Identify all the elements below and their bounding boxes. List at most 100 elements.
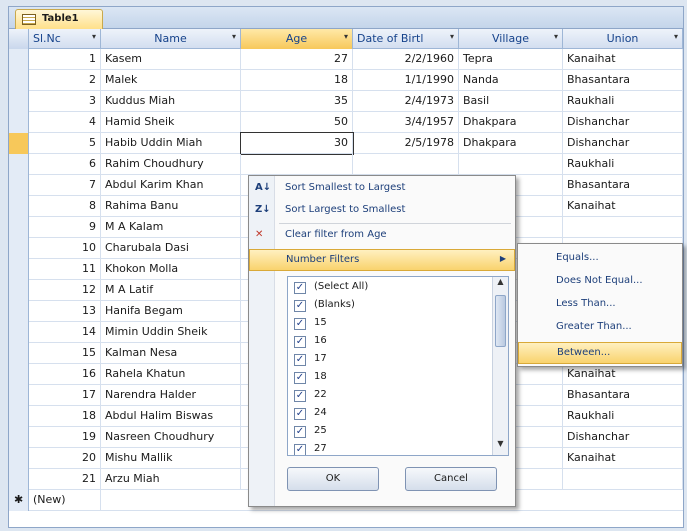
row-selector[interactable] — [9, 259, 29, 280]
row-selector[interactable] — [9, 196, 29, 217]
cell-age[interactable]: 30 — [240, 132, 354, 155]
filter-value-item[interactable]: ✓ 15 — [288, 315, 488, 333]
cell-union[interactable]: Kanaihat — [563, 448, 683, 469]
scroll-thumb[interactable] — [495, 295, 506, 347]
filter-value-item[interactable]: ✓ 16 — [288, 333, 488, 351]
cell-union[interactable]: Dishanchar — [563, 133, 683, 154]
table-row[interactable]: 1 Kasem 27 2/2/1960 Tepra Kanaihat — [9, 49, 683, 70]
cell-sl[interactable]: 5 — [29, 133, 101, 154]
cell-age[interactable] — [241, 154, 353, 175]
row-selector[interactable]: ✱ — [9, 490, 29, 511]
cell-union[interactable]: Kanaihat — [563, 49, 683, 70]
column-header-village[interactable]: Village ▾ — [459, 29, 563, 49]
tab-table1[interactable]: Table1 — [15, 9, 103, 29]
cell-union[interactable]: Bhasantara — [563, 175, 683, 196]
cell-union[interactable] — [563, 469, 683, 490]
cell-name[interactable]: Abdul Karim Khan — [101, 175, 241, 196]
row-selector[interactable] — [9, 406, 29, 427]
cell-name[interactable]: Charubala Dasi — [101, 238, 241, 259]
cell-name[interactable]: Rahima Banu — [101, 196, 241, 217]
filter-value-item[interactable]: ✓ (Select All) — [288, 279, 488, 297]
cell-sl[interactable]: 18 — [29, 406, 101, 427]
chevron-down-icon[interactable]: ▾ — [92, 32, 96, 41]
cell-dob[interactable]: 1/1/1990 — [353, 70, 459, 91]
chevron-down-icon[interactable]: ▾ — [674, 32, 678, 41]
row-selector[interactable] — [9, 343, 29, 364]
cell-sl[interactable]: 7 — [29, 175, 101, 196]
row-selector[interactable] — [9, 385, 29, 406]
cell-sl[interactable]: 16 — [29, 364, 101, 385]
row-selector[interactable] — [9, 49, 29, 70]
cell-village[interactable]: Nanda — [459, 70, 563, 91]
cell-dob[interactable]: 3/4/1957 — [353, 112, 459, 133]
cell-name[interactable]: Nasreen Choudhury — [101, 427, 241, 448]
row-selector[interactable] — [9, 364, 29, 385]
cell-sl[interactable]: 4 — [29, 112, 101, 133]
chevron-down-icon[interactable]: ▾ — [554, 32, 558, 41]
cell-village[interactable]: Dhakpara — [459, 112, 563, 133]
row-selector[interactable] — [9, 469, 29, 490]
row-selector[interactable] — [9, 448, 29, 469]
clear-filter-item[interactable]: ✕ Clear filter from Age — [249, 225, 515, 247]
cell-name[interactable]: Arzu Miah — [101, 469, 241, 490]
table-row[interactable]: 5 Habib Uddin Miah 30 2/5/1978 Dhakpara Disha… — [9, 132, 683, 155]
cell-sl[interactable]: 3 — [29, 91, 101, 112]
cell-name[interactable]: Mimin Uddin Sheik — [101, 322, 241, 343]
cell-name[interactable]: Kuddus Miah — [101, 91, 241, 112]
chevron-down-icon[interactable]: ▾ — [232, 32, 236, 41]
cell-name[interactable]: Narendra Halder — [101, 385, 241, 406]
ok-button[interactable]: OK — [287, 467, 379, 491]
row-selector[interactable] — [9, 280, 29, 301]
cell-name[interactable]: M A Kalam — [101, 217, 241, 238]
cell-sl[interactable]: 20 — [29, 448, 101, 469]
row-selector[interactable] — [9, 154, 29, 175]
cell-sl[interactable]: 15 — [29, 343, 101, 364]
checkbox-checked-icon[interactable]: ✓ — [294, 426, 306, 438]
chevron-down-icon[interactable]: ▾ — [344, 32, 348, 41]
column-header-sl[interactable]: Sl.Nc ▾ — [29, 29, 101, 49]
chevron-down-icon[interactable]: ▾ — [450, 32, 454, 41]
filter-values-list[interactable]: ✓ (Select All) ✓ (Blanks) ✓ 15 ✓ 16 ✓ 17 ✓ 18 ✓ 22 ✓ 24… — [287, 276, 509, 456]
cell-name[interactable]: Rahela Khatun — [101, 364, 241, 385]
cell-dob[interactable] — [353, 154, 459, 175]
cell-dob[interactable]: 2/5/1978 — [353, 133, 459, 154]
table-row[interactable]: 2 Malek 18 1/1/1990 Nanda Bhasantara — [9, 70, 683, 91]
cell-village[interactable]: Dhakpara — [459, 133, 563, 154]
cell-name[interactable]: Hanifa Begam — [101, 301, 241, 322]
cell-age[interactable]: 18 — [241, 70, 353, 91]
checkbox-checked-icon[interactable]: ✓ — [294, 282, 306, 294]
row-selector[interactable] — [9, 322, 29, 343]
number-filters-item[interactable]: Number Filters ▶ — [249, 249, 515, 271]
cell-union[interactable]: Bhasantara — [563, 70, 683, 91]
list-scrollbar[interactable]: ▲ ▼ — [492, 277, 508, 455]
cell-name[interactable]: Abdul Halim Biswas — [101, 406, 241, 427]
submenu-item-less-than[interactable]: Less Than... — [518, 294, 682, 316]
cell-sl[interactable]: 21 — [29, 469, 101, 490]
cell-name[interactable]: Habib Uddin Miah — [101, 133, 241, 154]
cell-union[interactable]: Dishanchar — [563, 112, 683, 133]
cell-sl[interactable]: 10 — [29, 238, 101, 259]
filter-value-item[interactable]: ✓ 18 — [288, 369, 488, 387]
checkbox-checked-icon[interactable]: ✓ — [294, 390, 306, 402]
table-row[interactable]: 4 Hamid Sheik 50 3/4/1957 Dhakpara Dishanchar — [9, 112, 683, 133]
filter-value-item[interactable]: ✓ 22 — [288, 387, 488, 405]
cell-name[interactable]: Malek — [101, 70, 241, 91]
checkbox-checked-icon[interactable]: ✓ — [294, 408, 306, 420]
column-header-age[interactable]: Age ▾ — [241, 29, 353, 49]
cell-name[interactable]: Rahim Choudhury — [101, 154, 241, 175]
cell-name[interactable]: Hamid Sheik — [101, 112, 241, 133]
cell-union[interactable]: Raukhali — [563, 154, 683, 175]
checkbox-checked-icon[interactable]: ✓ — [294, 336, 306, 348]
submenu-item-equals[interactable]: Equals... — [518, 248, 682, 270]
cell-union[interactable]: Kanaihat — [563, 196, 683, 217]
row-selector[interactable] — [9, 427, 29, 448]
filter-value-item[interactable]: ✓ 17 — [288, 351, 488, 369]
cell-sl[interactable]: 1 — [29, 49, 101, 70]
row-selector[interactable] — [9, 91, 29, 112]
filter-value-item[interactable]: ✓ 24 — [288, 405, 488, 423]
cell-new[interactable]: (New) — [29, 490, 101, 511]
cell-name[interactable]: Khokon Molla — [101, 259, 241, 280]
column-header-union[interactable]: Union ▾ — [563, 29, 683, 49]
cell-name[interactable]: Kasem — [101, 49, 241, 70]
cell-union[interactable]: Bhasantara — [563, 385, 683, 406]
